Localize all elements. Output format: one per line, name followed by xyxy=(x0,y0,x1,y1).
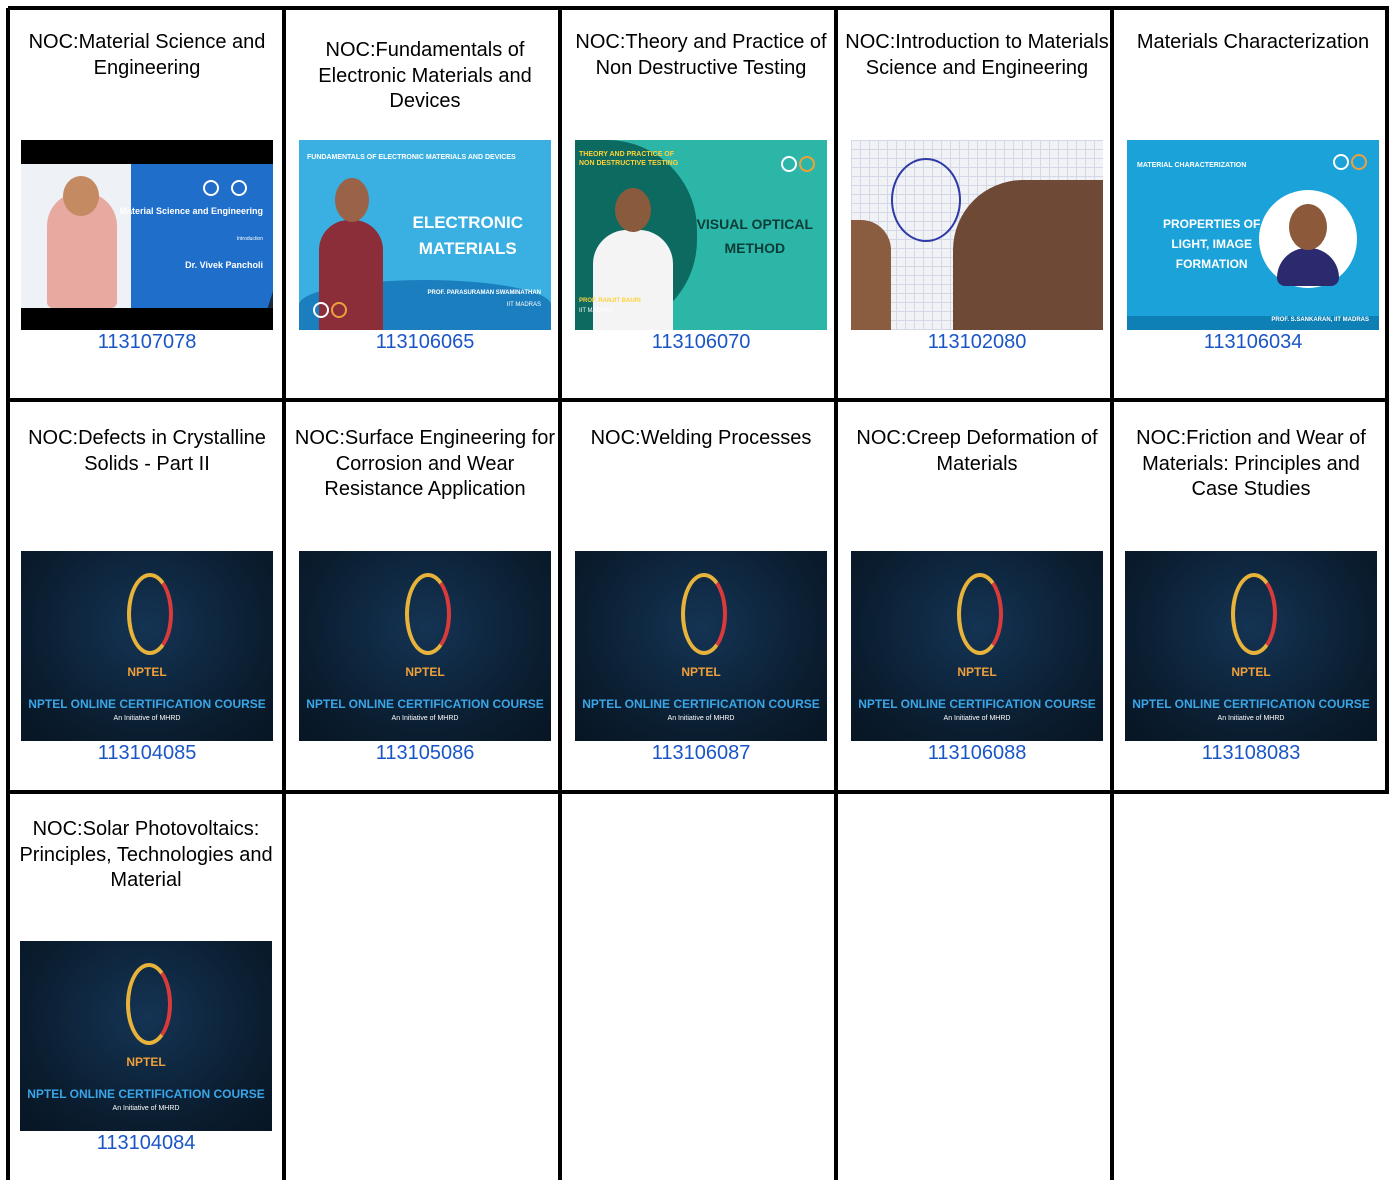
thumb-inst: IIT MADRAS xyxy=(579,308,614,314)
course-card: NOC:Solar Photovoltaics: Principles, Tec… xyxy=(10,817,282,1155)
course-thumbnail[interactable]: NPTEL NPTEL ONLINE CERTIFICATION COURSE … xyxy=(21,551,273,741)
course-code-link[interactable]: 113105086 xyxy=(376,741,475,765)
grid-line xyxy=(8,6,1389,10)
thumb-caption: Introduction xyxy=(236,236,263,242)
course-title: NOC:Defects in Crystalline Solids - Part… xyxy=(28,427,266,475)
course-code-link[interactable]: 113108083 xyxy=(1202,741,1301,765)
course-card: NOC:Introduction to Materials Science an… xyxy=(842,30,1112,354)
course-thumbnail[interactable]: NPTEL NPTEL ONLINE CERTIFICATION COURSE … xyxy=(851,551,1103,741)
course-code-link[interactable]: 113104085 xyxy=(98,741,197,765)
course-thumbnail[interactable]: MATERIAL CHARACTERIZATION PROPERTIES OF L… xyxy=(1127,140,1379,330)
thumb-header: THEORY AND PRACTICE OF NON DESTRUCTIVE TE… xyxy=(579,151,679,167)
course-code-link[interactable]: 113104084 xyxy=(97,1131,196,1155)
course-title: NOC:Introduction to Materials Science an… xyxy=(845,31,1109,79)
course-card: NOC:Surface Engineering for Corrosion an… xyxy=(290,426,560,765)
course-thumbnail[interactable] xyxy=(851,140,1103,330)
thumb-inst: IIT MADRAS xyxy=(506,302,541,308)
course-card: NOC:Welding Processes NPTEL NPTEL ONLINE… xyxy=(566,426,836,765)
course-code-link[interactable]: 113106087 xyxy=(652,741,751,765)
course-thumbnail[interactable]: NPTEL NPTEL ONLINE CERTIFICATION COURSE … xyxy=(299,551,551,741)
course-thumbnail[interactable]: FUNDAMENTALS OF ELECTRONIC MATERIALS AND… xyxy=(299,140,551,330)
course-title: NOC:Creep Deformation of Materials xyxy=(856,427,1098,475)
course-title: NOC:Welding Processes xyxy=(590,427,812,449)
course-card: NOC:Theory and Practice of Non Destructi… xyxy=(566,30,836,354)
thumb-headline: VISUAL OPTICAL METHOD xyxy=(696,216,813,256)
course-card: NOC:Creep Deformation of Materials NPTEL… xyxy=(842,426,1112,765)
course-code-link[interactable]: 113107078 xyxy=(98,330,197,354)
grid-line xyxy=(8,398,1389,402)
course-thumbnail[interactable]: NPTEL NPTEL ONLINE CERTIFICATION COURSE … xyxy=(575,551,827,741)
nptel-logo-icon xyxy=(681,573,727,655)
course-card: NOC:Material Science and Engineering Mat… xyxy=(12,30,282,354)
course-title: NOC:Surface Engineering for Corrosion an… xyxy=(294,427,556,500)
course-code-link[interactable]: 113106065 xyxy=(376,330,475,354)
course-title: NOC:Solar Photovoltaics: Principles, Tec… xyxy=(19,818,273,891)
course-code-link[interactable]: 113106070 xyxy=(652,330,751,354)
thumb-presenter: Dr. Vivek Pancholi xyxy=(185,260,263,270)
course-thumbnail[interactable]: THEORY AND PRACTICE OF NON DESTRUCTIVE TE… xyxy=(575,140,827,330)
course-thumbnail[interactable]: NPTEL NPTEL ONLINE CERTIFICATION COURSE … xyxy=(1125,551,1377,741)
nptel-logo-icon xyxy=(126,963,172,1045)
course-card: Materials Characterization MATERIAL CHAR… xyxy=(1118,30,1388,354)
thumb-headline: ELECTRONIC MATERIALS xyxy=(412,213,524,258)
thumb-prof: PROF. S.SANKARAN, IIT MADRAS xyxy=(1271,317,1369,323)
course-card: NOC:Defects in Crystalline Solids - Part… xyxy=(12,426,282,765)
thumb-subject: Material Science and Engineering xyxy=(119,206,263,216)
course-title: NOC:Fundamentals of Electronic Materials… xyxy=(318,39,532,112)
thumb-headline: PROPERTIES OF LIGHT, IMAGE FORMATION xyxy=(1163,217,1261,271)
nptel-logo-icon xyxy=(127,573,173,655)
grid-line xyxy=(8,790,1389,794)
course-title: NOC:Theory and Practice of Non Destructi… xyxy=(575,31,827,79)
grid-line xyxy=(282,8,286,1180)
thumb-prof: PROF. PARASURAMAN SWAMINATHAN xyxy=(427,290,541,296)
course-thumbnail[interactable]: Material Science and Engineering Introdu… xyxy=(21,140,273,330)
course-card: NOC:Friction and Wear of Materials: Prin… xyxy=(1116,426,1386,765)
nptel-logo-icon xyxy=(957,573,1003,655)
course-thumbnail[interactable]: NPTEL NPTEL ONLINE CERTIFICATION COURSE … xyxy=(20,941,272,1131)
course-code-link[interactable]: 113102080 xyxy=(928,330,1027,354)
thumb-prof: PROF. RANJIT BAURI xyxy=(579,298,641,304)
course-title: NOC:Material Science and Engineering xyxy=(28,31,266,79)
thumb-header: MATERIAL CHARACTERIZATION xyxy=(1137,162,1247,169)
course-title: Materials Characterization xyxy=(1136,31,1370,53)
course-card: NOC:Fundamentals of Electronic Materials… xyxy=(290,30,560,354)
course-code-link[interactable]: 113106088 xyxy=(928,741,1027,765)
course-title: NOC:Friction and Wear of Materials: Prin… xyxy=(1136,427,1366,500)
nptel-logo-icon xyxy=(405,573,451,655)
thumb-header: FUNDAMENTALS OF ELECTRONIC MATERIALS AND… xyxy=(307,154,516,161)
nptel-logo-icon xyxy=(1231,573,1277,655)
course-code-link[interactable]: 113106034 xyxy=(1204,330,1303,354)
